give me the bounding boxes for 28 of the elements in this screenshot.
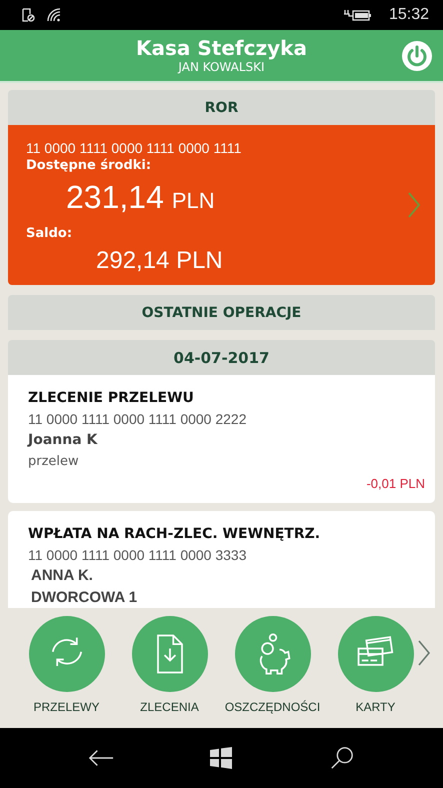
payee-name: Joanna K (28, 431, 98, 450)
available-label: Dostępne środki: (26, 157, 152, 175)
payee-detail: ANNA K. (30, 566, 94, 586)
operation-title: WPŁATA NA RACH-ZLEC. WEWNĘTRZ. (28, 525, 322, 544)
operation-card[interactable]: WPŁATA NA RACH-ZLEC. WEWNĘTRZ. 11 0000 1111 0000 1111 0000 3333 ANNA K. DWORCOWA 1 (8, 511, 435, 608)
shortcut-label: ZLECENIA (140, 700, 199, 714)
account-number: 11 0000 1111 0000 1111 0000 2222 (28, 410, 248, 429)
operation-card[interactable]: ZLECENIE PRZELEWU 11 0000 1111 0000 1111 0000 2222 Joanna K przelew -0,01 PLN (8, 375, 435, 503)
currency-label: PLN (172, 188, 215, 213)
clock-time: 15:32 (388, 6, 429, 24)
section-header: ROR (8, 90, 435, 125)
shortcut-label: PRZELEWY (33, 700, 100, 714)
user-name: JAN KOWALSKI (178, 60, 265, 75)
account-number: 11 0000 1111 0000 1111 0000 1111 (26, 139, 242, 157)
app-title: Kasa Stefczyka (136, 36, 307, 60)
account-number: 11 0000 1111 0000 1111 0000 3333 (28, 546, 248, 565)
balance-label: Saldo: (26, 225, 74, 243)
payee-detail: DWORCOWA 1 (30, 588, 138, 608)
available-amount: 231,14 (66, 179, 164, 215)
date-header: 04-07-2017 (8, 340, 435, 375)
balance-amount: 292,14 PLN (95, 246, 224, 276)
account-card[interactable]: 11 0000 1111 0000 1111 0000 1111 Dostępne środki: 231,14 PLN Saldo: 292,14 PLN (8, 125, 435, 285)
shortcut-label: OSZCZĘDNOŚCI (224, 700, 320, 714)
section-header: OSTATNIE OPERACJE (8, 295, 435, 330)
operation-amount: -0,01 PLN (366, 475, 425, 493)
operation-title: ZLECENIE PRZELEWU (28, 389, 195, 408)
transfer-description: przelew (28, 453, 80, 471)
shortcut-label: KARTY (356, 700, 396, 714)
